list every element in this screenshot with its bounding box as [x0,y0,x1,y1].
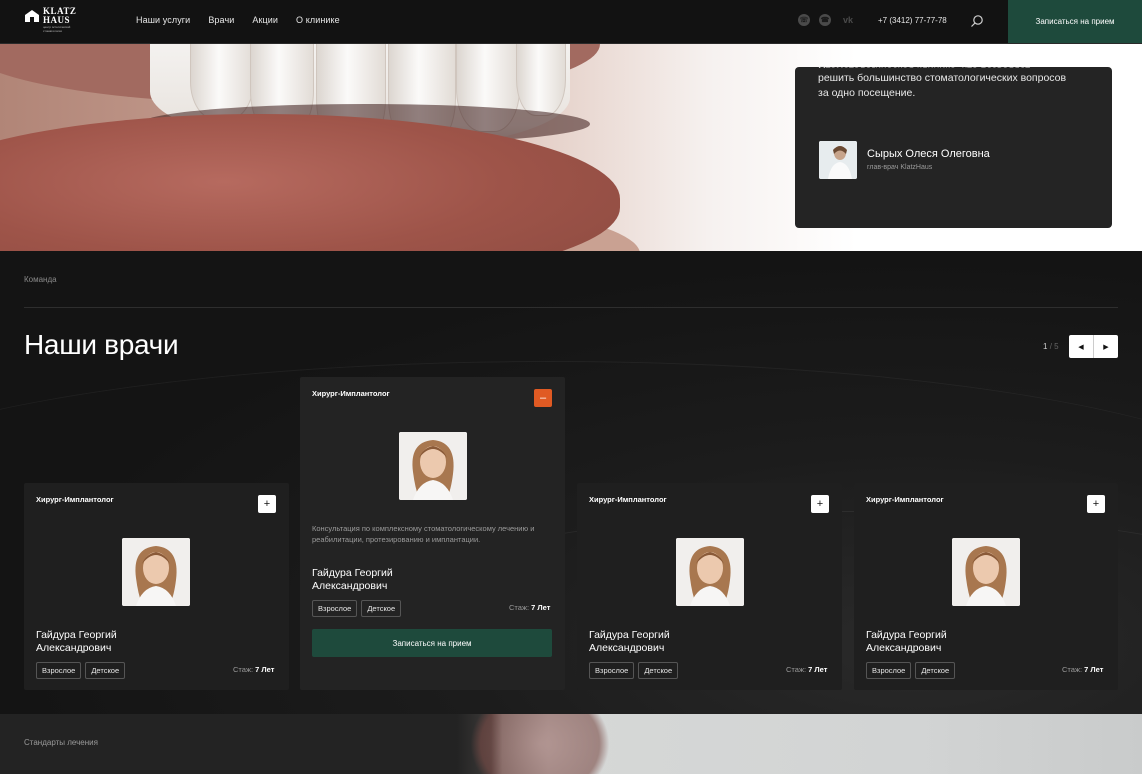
hero-image-tooth [516,44,566,116]
doctor-photo [952,538,1020,606]
tag-child: Детское [638,662,679,679]
logo[interactable]: KLATZ HAUS центр эстетической стоматолог… [24,7,84,37]
doctor-specialty: Хирург-Имплантолог [589,495,667,504]
doctor-photo [676,538,744,606]
doctor-card[interactable]: Хирург-Имплантолог + Гайдура Георгий Але… [577,483,842,690]
collapse-minus-icon[interactable]: – [534,389,552,407]
expand-plus-icon[interactable]: + [258,495,276,513]
site-header: KLATZ HAUS центр эстетической стоматолог… [0,0,1142,44]
quote-card: Стоматологическая клиника, что позволяет… [795,64,1112,228]
house-icon [25,10,39,22]
team-section: Команда Наши врачи 1 / 5 ◀ ▶ Хирург-Импл… [0,251,1142,714]
tag-child: Детское [85,662,126,679]
doctor-card[interactable]: Хирург-Имплантолог + Гайдура Георгий Але… [24,483,289,690]
doctor-experience: Стаж: 7 Лет [1062,665,1104,674]
doctor-name: Гайдура Георгий Александрович [312,567,393,592]
logo-text: KLATZ HAUS [43,6,77,25]
section-label: Стандарты лечения [24,738,98,747]
doctor-name: Гайдура Георгий Александрович [866,629,947,654]
doctor-photo-image [952,538,1020,606]
book-appointment-button[interactable]: Записаться на прием [1008,0,1142,43]
vk-icon[interactable]: vk [840,14,856,26]
doctor-card-expanded[interactable]: Хирург-Имплантолог – Консультация по ком… [300,377,565,690]
doctor-experience: Стаж: 7 Лет [233,665,275,674]
whatsapp-icon[interactable]: ☏ [798,14,810,26]
tag-child: Детское [361,600,402,617]
expand-plus-icon[interactable]: + [811,495,829,513]
doctor-description: Консультация по комплексному стоматологи… [312,524,535,544]
quote-text: Стоматологическая клиника, что позволяет… [818,64,1067,99]
tag-child: Детское [915,662,956,679]
next-arrow-icon[interactable]: ▶ [1094,335,1118,358]
doctor-photo-image [122,538,190,606]
doctor-photo [399,432,467,500]
author-avatar-image [819,141,857,179]
nav-item-doctors[interactable]: Врачи [208,15,234,25]
phone-number[interactable]: +7 (3412) 77-77-78 [878,16,947,25]
author-name: Сырых Олеся Олеговна [867,148,990,160]
doctor-specialty: Хирург-Имплантолог [36,495,114,504]
expand-plus-icon[interactable]: + [1087,495,1105,513]
social-links: ☏ ☎ vk [798,14,856,26]
author-role: глав-врач KlatzHaus [867,164,933,171]
doctor-name: Гайдура Георгий Александрович [589,629,670,654]
carousel-controls: ◀ ▶ [1069,335,1118,358]
doctor-specialty: Хирург-Имплантолог [312,389,390,398]
doctor-tags: Взрослое Детское [866,662,956,679]
viber-icon[interactable]: ☎ [819,14,831,26]
search-icon[interactable] [970,14,984,28]
nav-item-about[interactable]: О клинике [296,15,340,25]
doctor-specialty: Хирург-Имплантолог [866,495,944,504]
tag-adult: Взрослое [312,600,358,617]
nav-item-promotions[interactable]: Акции [252,15,278,25]
doctor-book-button[interactable]: Записаться на прием [312,629,552,657]
doctor-card[interactable]: Хирург-Имплантолог + Гайдура Георгий Але… [854,483,1118,690]
doctor-tags: Взрослое Детское [589,662,679,679]
doctor-tags: Взрослое Детское [36,662,126,679]
section-title: Наши врачи [24,329,179,360]
tag-adult: Взрослое [36,662,82,679]
author-avatar [819,141,857,179]
tag-adult: Взрослое [866,662,912,679]
logo-tagline: центр эстетической стоматологии [43,25,71,33]
tag-adult: Взрослое [589,662,635,679]
doctor-photo-image [676,538,744,606]
doctor-photo-image [399,432,467,500]
doctor-name: Гайдура Георгий Александрович [36,629,117,654]
doctor-tags: Взрослое Детское [312,600,402,617]
hero-section: Стоматологическая клиника, что позволяет… [0,44,1142,251]
doctor-experience: Стаж: 7 Лет [786,665,828,674]
pagination-counter: 1 / 5 [1043,342,1059,351]
nav-item-services[interactable]: Наши услуги [136,15,190,25]
section-label: Команда [24,275,57,284]
standards-image [470,714,610,774]
doctor-photo [122,538,190,606]
main-nav: Наши услуги Врачи Акции О клинике [136,15,340,25]
standards-section: Стандарты лечения [0,714,1142,774]
prev-arrow-icon[interactable]: ◀ [1069,335,1093,358]
doctor-experience: Стаж: 7 Лет [509,603,551,612]
section-divider [24,307,1118,308]
